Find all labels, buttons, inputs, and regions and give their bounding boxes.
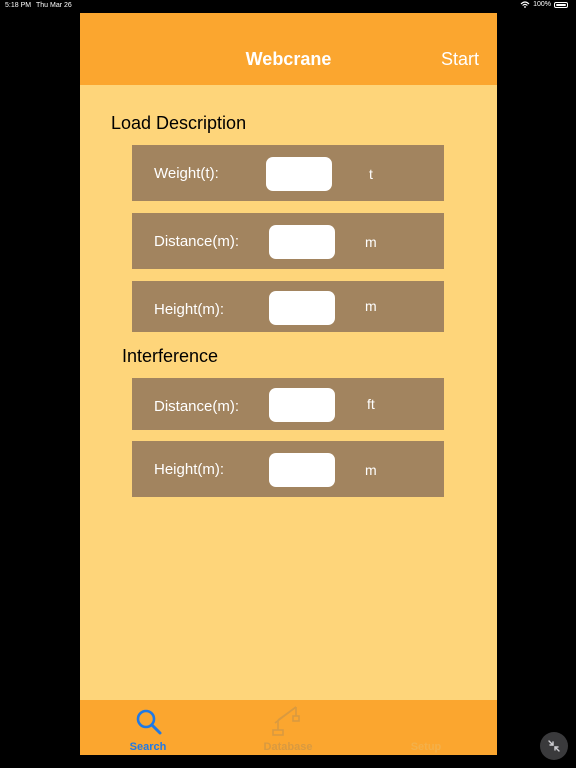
tab-database[interactable]: Database <box>253 700 323 755</box>
interference-height-input[interactable] <box>269 453 335 487</box>
start-button[interactable]: Start <box>441 49 479 70</box>
status-time: 5:18 PM <box>5 2 32 9</box>
nav-title: Webcrane <box>245 49 332 69</box>
interference-distance-label: Distance(m): <box>154 398 240 415</box>
load-distance-unit: m <box>365 234 377 250</box>
status-date: Thu Mar 26 <box>36 2 72 9</box>
interference-title: Interference <box>122 346 219 366</box>
tab-setup-label: Setup <box>410 741 442 753</box>
collapse-arrows-icon <box>548 740 560 752</box>
interference-height-label: Height(m): <box>154 461 225 478</box>
search-icon <box>136 709 162 735</box>
tab-bar: Search Database Setup <box>80 700 497 755</box>
load-height-unit: m <box>365 298 377 314</box>
app-window: Webcrane Start Load Description Weight(t… <box>80 13 497 755</box>
status-right: 100% <box>520 1 568 8</box>
load-distance-row: Distance(m): m <box>132 213 444 269</box>
weight-label: Weight(t): <box>154 165 219 182</box>
load-distance-input[interactable] <box>269 225 335 259</box>
tab-setup[interactable]: Setup <box>391 700 461 755</box>
weight-input[interactable] <box>266 157 332 191</box>
battery-percent: 100% <box>533 1 551 8</box>
collapse-button[interactable] <box>540 732 568 760</box>
load-description-title: Load Description <box>111 113 247 133</box>
weight-row: Weight(t): t <box>132 145 444 201</box>
crane-icon <box>272 706 300 736</box>
load-distance-label: Distance(m): <box>154 233 240 250</box>
tab-search[interactable]: Search <box>113 700 183 755</box>
wifi-icon <box>520 1 530 8</box>
interference-distance-input[interactable] <box>269 388 335 422</box>
interference-distance-row: Distance(m): ft <box>132 378 444 430</box>
interference-height-row: Height(m): m <box>132 441 444 497</box>
interference-distance-unit: ft <box>367 396 375 412</box>
load-height-input[interactable] <box>269 291 335 325</box>
tab-search-label: Search <box>129 741 167 753</box>
battery-icon <box>554 1 568 8</box>
load-height-label: Height(m): <box>154 301 225 318</box>
tab-database-label: Database <box>263 741 313 753</box>
navigation-bar: Webcrane Start <box>80 13 497 85</box>
interference-height-unit: m <box>365 462 377 478</box>
weight-unit: t <box>369 166 373 182</box>
status-bar: 5:18 PM Thu Mar 26 100% <box>0 0 576 12</box>
load-height-row: Height(m): m <box>132 281 444 332</box>
